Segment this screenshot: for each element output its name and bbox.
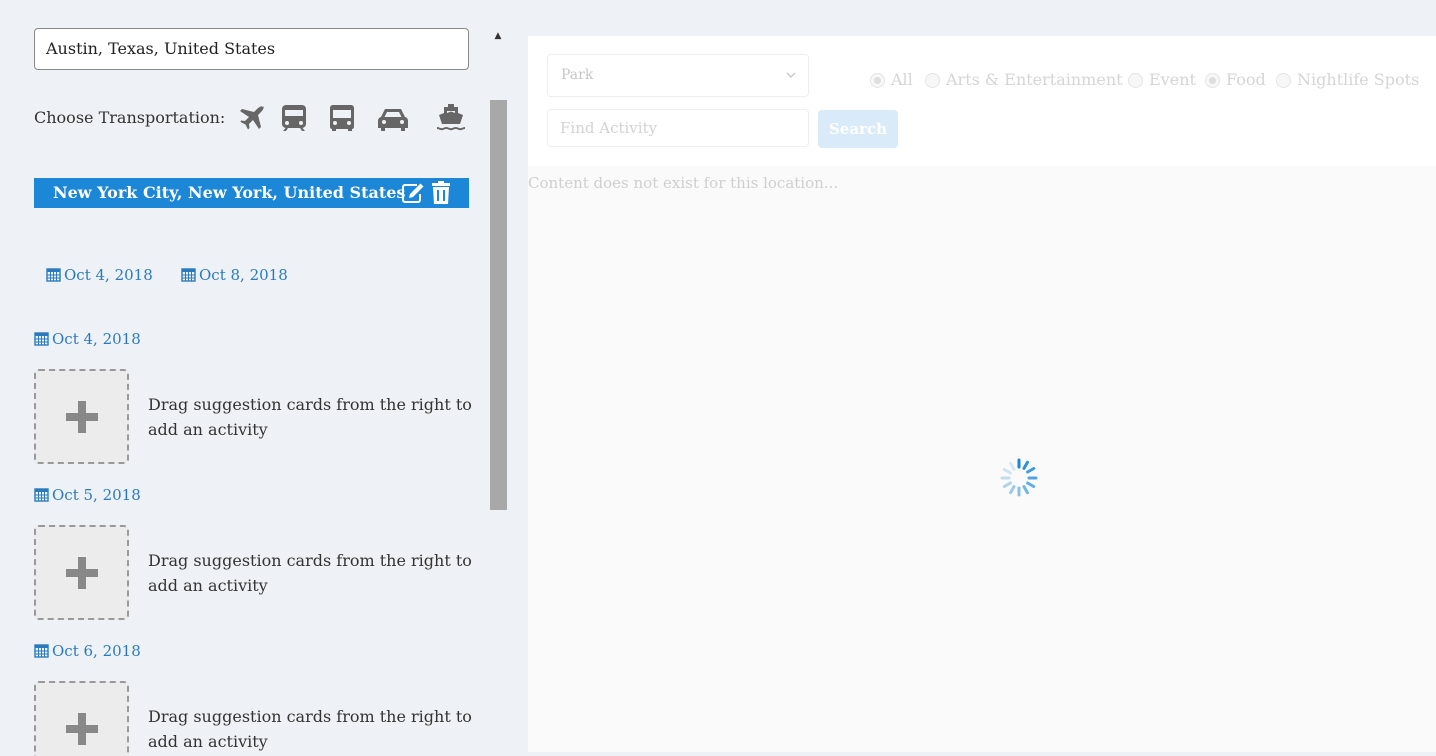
calendar-icon xyxy=(34,487,49,502)
category-select[interactable]: Park xyxy=(547,54,809,97)
radio-label: Food xyxy=(1226,70,1266,89)
transportation-label: Choose Transportation: xyxy=(34,108,226,127)
day-date-label: Oct 5, 2018 xyxy=(52,486,141,504)
empty-results-message: Content does not exist for this location… xyxy=(528,174,839,192)
start-date-label: Oct 4, 2018 xyxy=(64,266,153,284)
day-date: Oct 6, 2018 xyxy=(34,642,141,660)
calendar-icon xyxy=(46,267,61,282)
calendar-icon xyxy=(34,643,49,658)
radio-label: All xyxy=(891,70,913,89)
day-date-label: Oct 6, 2018 xyxy=(52,642,141,660)
transportation-picker: Choose Transportation: xyxy=(34,100,474,136)
destination-bar[interactable]: New York City, New York, United States xyxy=(34,178,469,208)
activity-drop-zone[interactable] xyxy=(34,681,129,756)
train-icon[interactable] xyxy=(277,102,311,134)
suggestions-panel: Park Find Activity Search All Arts & Ent… xyxy=(528,36,1436,752)
drop-hint: Drag suggestion cards from the right to … xyxy=(148,395,472,439)
radio-button[interactable] xyxy=(1128,73,1143,88)
day-date: Oct 4, 2018 xyxy=(34,330,141,348)
start-date[interactable]: Oct 4, 2018 xyxy=(46,266,153,284)
search-button[interactable]: Search xyxy=(818,110,898,148)
plus-icon xyxy=(66,557,98,589)
radio-button[interactable] xyxy=(1276,73,1291,88)
radio-label: Nightlife Spots xyxy=(1297,70,1420,89)
chevron-down-icon xyxy=(786,72,796,78)
radio-button[interactable] xyxy=(870,73,885,88)
edit-icon[interactable] xyxy=(401,182,425,204)
category-select-value: Park xyxy=(561,67,594,83)
ship-icon[interactable] xyxy=(434,102,468,134)
radio-label: Arts & Entertainment xyxy=(946,70,1123,89)
scrollbar-thumb[interactable] xyxy=(490,100,507,510)
radio-label: Event xyxy=(1149,70,1196,89)
destination-name: New York City, New York, United States xyxy=(53,183,406,202)
itinerary-panel: Austin, Texas, United States ▲ Choose Tr… xyxy=(0,0,510,756)
plus-icon xyxy=(66,401,98,433)
plane-icon[interactable] xyxy=(234,102,268,134)
trash-icon[interactable] xyxy=(431,181,451,205)
day-date: Oct 5, 2018 xyxy=(34,486,141,504)
scroll-up-arrow[interactable]: ▲ xyxy=(492,30,504,42)
origin-input[interactable]: Austin, Texas, United States xyxy=(34,28,469,70)
calendar-icon xyxy=(181,267,196,282)
calendar-icon xyxy=(34,331,49,346)
plus-icon xyxy=(66,713,98,745)
radio-button[interactable] xyxy=(1205,73,1220,88)
loading-spinner-icon xyxy=(1000,458,1038,497)
activity-drop-zone[interactable] xyxy=(34,525,129,620)
drop-hint: Drag suggestion cards from the right to … xyxy=(148,551,472,595)
day-date-label: Oct 4, 2018 xyxy=(52,330,141,348)
find-activity-input[interactable]: Find Activity xyxy=(547,109,809,147)
radio-button[interactable] xyxy=(925,73,940,88)
bus-icon[interactable] xyxy=(325,102,359,134)
filter-bar: Park Find Activity Search All Arts & Ent… xyxy=(528,36,1436,166)
end-date[interactable]: Oct 8, 2018 xyxy=(181,266,288,284)
end-date-label: Oct 8, 2018 xyxy=(199,266,288,284)
car-icon[interactable] xyxy=(376,102,410,134)
activity-drop-zone[interactable] xyxy=(34,369,129,464)
drop-hint: Drag suggestion cards from the right to … xyxy=(148,707,472,751)
